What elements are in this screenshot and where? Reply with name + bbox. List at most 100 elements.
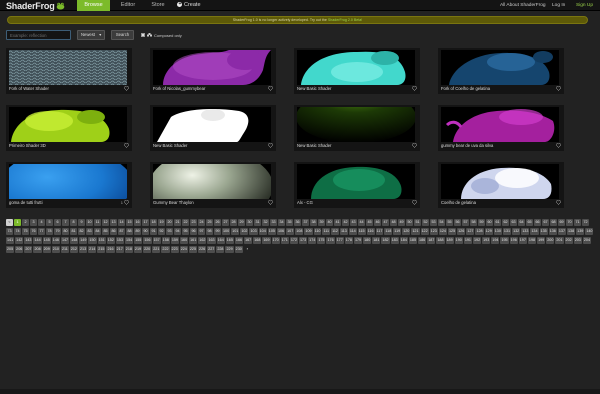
page-button[interactable]: 104 [258, 228, 267, 235]
shader-title[interactable]: New Basic Shader [153, 143, 187, 148]
page-button[interactable]: 204 [582, 237, 591, 244]
page-button[interactable]: 91 [150, 228, 157, 235]
page-button[interactable]: 11 [94, 219, 101, 226]
page-button[interactable]: 155 [134, 237, 143, 244]
page-button[interactable]: 165 [225, 237, 234, 244]
shader-card[interactable]: New Basic Shader [294, 48, 420, 94]
page-button[interactable]: 95 [182, 228, 189, 235]
page-button[interactable]: 62 [502, 219, 509, 226]
page-button[interactable]: 200 [546, 237, 555, 244]
page-button[interactable]: 100 [222, 228, 231, 235]
page-button[interactable]: 118 [384, 228, 393, 235]
page-button[interactable]: 131 [502, 228, 512, 235]
page-button[interactable]: 195 [500, 237, 509, 244]
shader-thumbnail[interactable] [297, 164, 415, 199]
page-button[interactable]: 78 [46, 228, 53, 235]
page-button[interactable]: 70 [566, 219, 573, 226]
page-button[interactable]: 185 [408, 237, 418, 244]
heart-icon[interactable] [556, 143, 561, 148]
page-button[interactable]: 52 [422, 219, 429, 226]
page-button[interactable]: 121 [411, 228, 420, 235]
page-button[interactable]: 216 [106, 246, 115, 253]
page-button[interactable]: 151 [97, 237, 106, 244]
page-button[interactable]: 64 [518, 219, 525, 226]
page-button[interactable]: 177 [335, 237, 344, 244]
page-button[interactable]: 186 [418, 237, 427, 244]
shader-card[interactable]: Coelho de gelatina [438, 162, 564, 208]
page-button[interactable]: 32 [262, 219, 269, 226]
page-button[interactable]: 126 [457, 228, 466, 235]
page-button[interactable]: 120 [402, 228, 411, 235]
tab-store[interactable]: Store [145, 0, 171, 11]
page-button[interactable]: 201 [555, 237, 564, 244]
prev-page-button[interactable]: < [6, 219, 13, 226]
page-button[interactable]: 214 [88, 246, 97, 253]
page-button[interactable]: 7 [62, 219, 69, 226]
page-button[interactable]: 77 [38, 228, 45, 235]
heart-icon[interactable] [412, 86, 417, 91]
page-button[interactable]: 99 [214, 228, 221, 235]
page-button[interactable]: 221 [152, 246, 161, 253]
page-button[interactable]: 109 [304, 228, 313, 235]
shader-title[interactable]: Fork of Water Shader [9, 86, 49, 91]
page-button[interactable]: 58 [470, 219, 477, 226]
shader-thumbnail[interactable] [441, 164, 559, 199]
page-button[interactable]: 5 [46, 219, 53, 226]
page-button[interactable]: 65 [526, 219, 533, 226]
page-button[interactable]: 24 [198, 219, 205, 226]
page-button[interactable]: 176 [326, 237, 335, 244]
page-button[interactable]: 157 [152, 237, 161, 244]
page-button[interactable]: 39 [318, 219, 325, 226]
page-button[interactable]: 30 [246, 219, 253, 226]
shader-title[interactable]: Primeiro Shader 3D [9, 143, 46, 148]
page-button[interactable]: 46 [374, 219, 381, 226]
page-button[interactable]: 9 [78, 219, 85, 226]
page-button[interactable]: 223 [170, 246, 179, 253]
shader-card[interactable]: Fork of Nicolas_gummybear [150, 48, 276, 94]
page-button[interactable]: 13 [110, 219, 117, 226]
page-button[interactable]: 57 [462, 219, 469, 226]
sort-select[interactable]: Newest ▼ [77, 30, 105, 40]
page-button[interactable]: 150 [88, 237, 97, 244]
page-button[interactable]: 149 [79, 237, 88, 244]
page-button[interactable]: 63 [510, 219, 517, 226]
page-button[interactable]: 227 [207, 246, 216, 253]
shader-title[interactable]: Alx - CG [297, 200, 313, 205]
shader-card[interactable]: goma de tutti frutti 1 [6, 162, 132, 208]
banner-link[interactable]: ShaderFrog 2.0 Beta! [328, 18, 362, 22]
page-button[interactable]: 112 [331, 228, 339, 235]
page-button[interactable]: 116 [366, 228, 375, 235]
heart-icon[interactable] [556, 86, 561, 91]
page-button[interactable]: 197 [518, 237, 527, 244]
page-button[interactable]: 196 [509, 237, 518, 244]
composed-only-toggle[interactable]: Composed only [141, 31, 182, 39]
page-button[interactable]: 219 [133, 246, 143, 253]
page-button[interactable]: 139 [576, 228, 585, 235]
shader-thumbnail[interactable] [441, 50, 559, 85]
page-button[interactable]: 189 [445, 237, 454, 244]
page-button[interactable]: 168 [253, 237, 262, 244]
page-button[interactable]: 31 [254, 219, 261, 226]
page-button[interactable]: 175 [317, 237, 326, 244]
page-button[interactable]: 144 [33, 237, 42, 244]
create-button[interactable]: + Create [175, 0, 203, 11]
page-button[interactable]: 123 [429, 228, 438, 235]
page-button[interactable]: 45 [366, 219, 373, 226]
page-button[interactable]: 1 [14, 219, 21, 226]
page-button[interactable]: 160 [179, 237, 189, 244]
page-button[interactable]: 107 [286, 228, 295, 235]
page-button[interactable]: 111 [322, 228, 331, 235]
page-button[interactable]: 80 [62, 228, 69, 235]
heart-icon[interactable] [268, 143, 273, 148]
page-button[interactable]: 208 [33, 246, 42, 253]
page-button[interactable]: 205 [6, 246, 15, 253]
page-button[interactable]: 108 [295, 228, 304, 235]
page-button[interactable]: 22 [182, 219, 189, 226]
page-button[interactable]: 156 [143, 237, 152, 244]
page-button[interactable]: 187 [427, 237, 436, 244]
shader-thumbnail[interactable] [9, 107, 127, 142]
logo[interactable]: ShaderFrog [6, 0, 65, 11]
shader-card[interactable]: gummy bear de uva da silva [438, 105, 564, 151]
shader-title[interactable]: Fork of Nicolas_gummybear [153, 86, 205, 91]
page-button[interactable]: 117 [375, 228, 384, 235]
